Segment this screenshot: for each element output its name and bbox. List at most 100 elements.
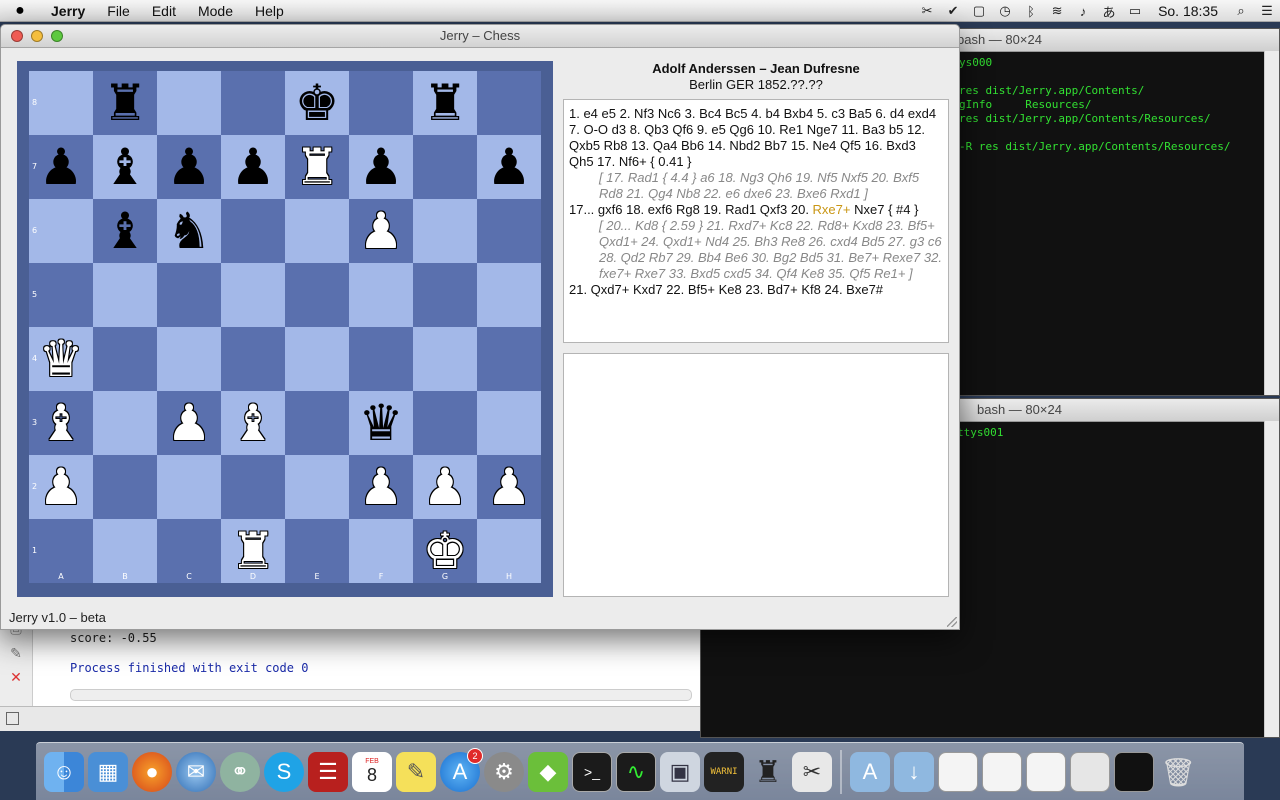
- square-d3[interactable]: ♝: [221, 391, 285, 455]
- square-h4[interactable]: [477, 327, 541, 391]
- square-d5[interactable]: [221, 263, 285, 327]
- square-g5[interactable]: [413, 263, 477, 327]
- menu-edit[interactable]: Edit: [141, 3, 187, 19]
- square-g1[interactable]: ♚ G: [413, 519, 477, 583]
- black-king-icon[interactable]: ♚: [295, 78, 340, 128]
- square-e8[interactable]: ♚: [285, 71, 349, 135]
- square-c1[interactable]: C: [157, 519, 221, 583]
- black-pawn-icon[interactable]: ♟: [39, 142, 84, 192]
- engine-output-panel[interactable]: [563, 353, 949, 597]
- dock-system-preferences-icon[interactable]: ⚙: [484, 752, 524, 792]
- square-g3[interactable]: [413, 391, 477, 455]
- mainline-moves[interactable]: 1. e4 e5 2. Nf3 Nc6 3. Bc4 Bc5 4. b4 Bxb…: [569, 106, 936, 169]
- mainline-moves[interactable]: 21. Qxd7+ Kxd7 22. Bf5+ Ke8 23. Bd7+ Kf8…: [569, 282, 883, 297]
- square-a5[interactable]: 5: [29, 263, 93, 327]
- apple-menu-icon[interactable]: ●: [0, 2, 40, 20]
- notification-center-icon[interactable]: ☰: [1254, 3, 1280, 19]
- white-pawn-icon[interactable]: ♟: [423, 462, 468, 512]
- wifi-icon[interactable]: ≋: [1044, 3, 1070, 19]
- square-b5[interactable]: [93, 263, 157, 327]
- menu-app[interactable]: Jerry: [40, 3, 96, 19]
- toggle-tool-window-icon[interactable]: [6, 712, 19, 725]
- white-queen-icon[interactable]: ♛: [39, 334, 84, 384]
- checkmark-tray-icon[interactable]: ✔: [940, 3, 966, 19]
- dock-window-thumbnail-icon[interactable]: [938, 752, 978, 792]
- bluetooth-icon[interactable]: ᛒ: [1018, 4, 1044, 19]
- volume-icon[interactable]: ♪: [1070, 4, 1096, 19]
- black-pawn-icon[interactable]: ♟: [167, 142, 212, 192]
- square-f8[interactable]: [349, 71, 413, 135]
- dock-terminal-thumbnail-icon[interactable]: [1114, 752, 1154, 792]
- square-e1[interactable]: E: [285, 519, 349, 583]
- current-move[interactable]: Rxe7+: [813, 202, 851, 217]
- dock-skype-icon[interactable]: S: [264, 752, 304, 792]
- dock-app-store-icon[interactable]: A2: [440, 748, 483, 792]
- square-h6[interactable]: [477, 199, 541, 263]
- square-h7[interactable]: ♟: [477, 135, 541, 199]
- square-e5[interactable]: [285, 263, 349, 327]
- square-g8[interactable]: ♜: [413, 71, 477, 135]
- menu-file[interactable]: File: [96, 3, 141, 19]
- dock-terminal-icon[interactable]: >_: [572, 752, 612, 792]
- variation-moves[interactable]: [ 17. Rad1 { 4.4 } a6 18. Ng3 Qh6 19. Nf…: [569, 170, 943, 202]
- square-a6[interactable]: 6: [29, 199, 93, 263]
- black-pawn-icon[interactable]: ♟: [231, 142, 276, 192]
- dock-photo-icon[interactable]: ▣: [660, 752, 700, 792]
- dock-pycharm-icon[interactable]: ◆: [528, 752, 568, 792]
- square-b1[interactable]: B: [93, 519, 157, 583]
- square-g6[interactable]: [413, 199, 477, 263]
- mainline-moves[interactable]: 17... gxf6 18. exf6 Rg8 19. Rad1 Qxf3 20…: [569, 202, 813, 217]
- dock-console-icon[interactable]: WARNI: [704, 752, 744, 792]
- square-d6[interactable]: [221, 199, 285, 263]
- square-c8[interactable]: [157, 71, 221, 135]
- square-f2[interactable]: ♟: [349, 455, 413, 519]
- square-a4[interactable]: ♛ 4: [29, 327, 93, 391]
- white-bishop-icon[interactable]: ♝: [39, 398, 84, 448]
- white-pawn-icon[interactable]: ♟: [39, 462, 84, 512]
- square-c6[interactable]: ♞: [157, 199, 221, 263]
- square-d8[interactable]: [221, 71, 285, 135]
- white-rook-icon[interactable]: ♜: [295, 142, 340, 192]
- square-e7[interactable]: ♜: [285, 135, 349, 199]
- square-e2[interactable]: [285, 455, 349, 519]
- square-e4[interactable]: [285, 327, 349, 391]
- square-c4[interactable]: [157, 327, 221, 391]
- input-method-icon[interactable]: あ: [1096, 2, 1122, 21]
- square-a1[interactable]: 1A: [29, 519, 93, 583]
- square-f1[interactable]: F: [349, 519, 413, 583]
- square-h3[interactable]: [477, 391, 541, 455]
- window-titlebar[interactable]: Jerry – Chess: [1, 25, 959, 48]
- white-pawn-icon[interactable]: ♟: [167, 398, 212, 448]
- dock-launchpad-icon[interactable]: ▦: [88, 752, 128, 792]
- dock-trash-icon[interactable]: 🗑: [1158, 752, 1198, 792]
- white-pawn-icon[interactable]: ♟: [359, 206, 404, 256]
- square-c3[interactable]: ♟: [157, 391, 221, 455]
- black-knight-icon[interactable]: ♞: [167, 206, 212, 256]
- dock-applications-folder-icon[interactable]: A: [850, 752, 890, 792]
- black-queen-icon[interactable]: ♛: [359, 398, 404, 448]
- spotlight-search-icon[interactable]: ⌕: [1228, 3, 1254, 19]
- square-c2[interactable]: [157, 455, 221, 519]
- menu-clock[interactable]: So. 18:35: [1148, 3, 1228, 19]
- square-e3[interactable]: [285, 391, 349, 455]
- white-pawn-icon[interactable]: ♟: [359, 462, 404, 512]
- square-a2[interactable]: ♟ 2: [29, 455, 93, 519]
- dock-window-thumbnail-icon[interactable]: [1070, 752, 1110, 792]
- square-b7[interactable]: ♝: [93, 135, 157, 199]
- dock-window-thumbnail-icon[interactable]: [982, 752, 1022, 792]
- square-a3[interactable]: ♝ 3: [29, 391, 93, 455]
- square-g2[interactable]: ♟: [413, 455, 477, 519]
- variation-moves[interactable]: [ 20... Kd8 { 2.59 } 21. Rxd7+ Kc8 22. R…: [569, 218, 943, 282]
- square-d4[interactable]: [221, 327, 285, 391]
- time-machine-icon[interactable]: ◷: [992, 3, 1018, 19]
- scissors-tray-icon[interactable]: ✂: [914, 3, 940, 19]
- black-pawn-icon[interactable]: ♟: [359, 142, 404, 192]
- square-h1[interactable]: H: [477, 519, 541, 583]
- white-king-icon[interactable]: ♚: [423, 526, 468, 576]
- black-pawn-icon[interactable]: ♟: [487, 142, 532, 192]
- mainline-moves[interactable]: Nxe7 { #4 }: [851, 202, 918, 217]
- white-bishop-icon[interactable]: ♝: [231, 398, 276, 448]
- pin-icon[interactable]: ✎: [0, 645, 32, 669]
- square-b2[interactable]: [93, 455, 157, 519]
- square-f4[interactable]: [349, 327, 413, 391]
